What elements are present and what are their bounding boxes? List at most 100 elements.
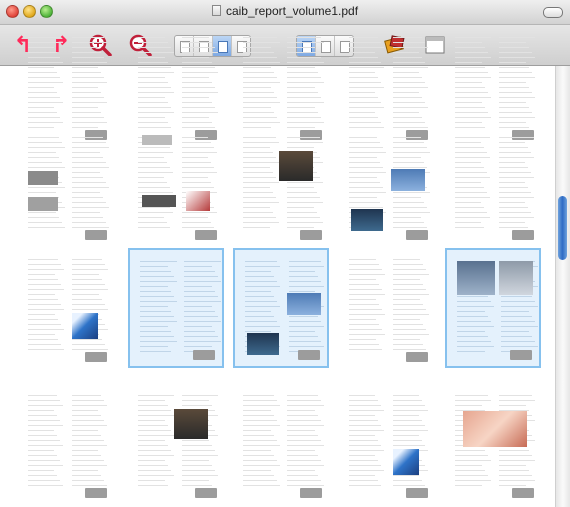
page-thumbnail[interactable] [18, 126, 114, 246]
text-line [243, 197, 276, 198]
text-line [138, 455, 174, 456]
page-thumbnail[interactable] [445, 248, 541, 368]
text-line [72, 37, 104, 38]
text-line [243, 480, 277, 481]
page-thumbnail[interactable] [445, 384, 541, 504]
page-image [391, 169, 425, 191]
page-thumbnail[interactable] [18, 384, 114, 504]
text-line [455, 47, 485, 48]
text-line [349, 187, 383, 188]
vertical-scrollbar[interactable] [555, 66, 570, 507]
text-line [287, 425, 324, 426]
page-thumbnail[interactable] [128, 126, 224, 246]
text-line [72, 77, 104, 78]
text-line [499, 475, 532, 476]
text-line [72, 309, 108, 310]
text-line [457, 296, 488, 297]
page-thumbnail[interactable] [339, 384, 435, 504]
page-image [186, 191, 210, 211]
text-line [28, 62, 63, 63]
text-line [28, 87, 54, 88]
window-title-area: caib_report_volume1.pdf [0, 4, 570, 18]
text-line [455, 455, 488, 456]
scrollbar-thumb[interactable] [558, 196, 567, 260]
text-line [245, 331, 271, 332]
text-line [140, 306, 168, 307]
text-line [455, 197, 490, 198]
text-line [28, 92, 57, 93]
text-line [455, 82, 482, 83]
text-line [182, 480, 209, 481]
text-line [72, 87, 98, 88]
text-line [499, 57, 535, 58]
text-line [138, 445, 168, 446]
text-line [72, 197, 103, 198]
text-line [455, 480, 491, 481]
text-line [499, 465, 526, 466]
text-line [349, 400, 378, 401]
page-thumbnail[interactable] [128, 384, 224, 504]
text-line [182, 460, 209, 461]
text-line [287, 77, 321, 78]
page-thumbnail[interactable] [339, 248, 435, 368]
page-thumbnail[interactable] [233, 248, 329, 368]
text-line [243, 465, 280, 466]
text-line [499, 177, 534, 178]
text-line [393, 102, 425, 103]
text-line [499, 37, 535, 38]
text-line [140, 271, 171, 272]
page-thumbnail[interactable] [18, 248, 114, 368]
text-line [138, 410, 171, 411]
text-line [287, 67, 315, 68]
text-line [138, 177, 164, 178]
text-line [72, 177, 103, 178]
text-line [138, 400, 165, 401]
text-line [499, 102, 526, 103]
text-line [184, 341, 221, 342]
text-line [499, 82, 526, 83]
text-line [138, 122, 168, 123]
text-line [28, 304, 61, 305]
text-line [138, 470, 171, 471]
text-line [182, 52, 218, 53]
text-line [72, 420, 104, 421]
page-thumbnail[interactable] [128, 248, 224, 368]
text-line [28, 420, 60, 421]
text-line [72, 485, 107, 486]
text-line [393, 147, 427, 148]
text-line [138, 57, 165, 58]
text-line [349, 172, 386, 173]
page-thumbnail[interactable] [339, 126, 435, 246]
text-line [287, 112, 318, 113]
toolbar-toggle-button[interactable] [543, 7, 563, 18]
text-line [393, 274, 429, 275]
text-line [28, 294, 55, 295]
text-line [499, 222, 525, 223]
text-line [243, 440, 277, 441]
text-line [140, 296, 174, 297]
text-line [455, 485, 482, 486]
text-line [72, 460, 104, 461]
text-line [28, 470, 54, 471]
page-thumbnail[interactable] [233, 384, 329, 504]
text-line [349, 47, 384, 48]
text-line [499, 62, 526, 63]
text-line [245, 316, 274, 317]
page-thumbnail[interactable] [233, 126, 329, 246]
page-thumbnail[interactable] [445, 126, 541, 246]
text-line [28, 192, 56, 193]
text-line [499, 400, 535, 401]
text-line [455, 112, 488, 113]
page-image [28, 197, 58, 211]
text-line [393, 42, 425, 43]
text-line [72, 97, 104, 98]
text-line [72, 117, 104, 118]
text-line [28, 259, 58, 260]
text-line [243, 52, 274, 53]
page-preview [453, 255, 538, 361]
page-preview [451, 31, 535, 137]
text-line [349, 334, 385, 335]
page-preview [239, 389, 324, 495]
text-line [182, 162, 211, 163]
text-line [243, 460, 277, 461]
